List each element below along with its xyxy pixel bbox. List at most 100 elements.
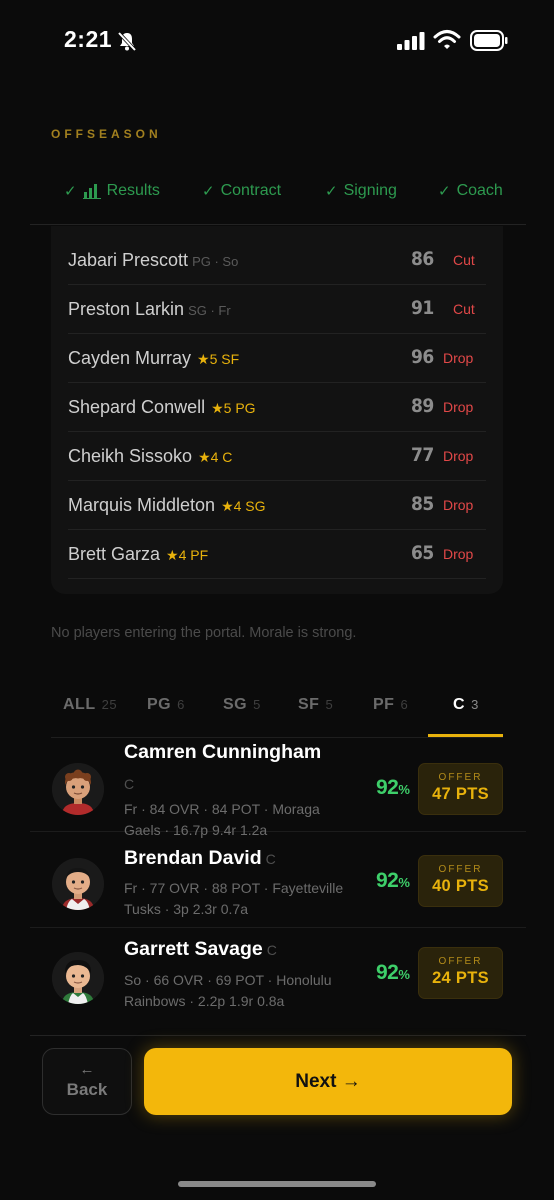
avatar — [52, 763, 104, 815]
offer-label: OFFER — [438, 956, 483, 967]
recruit-interest: 92% — [376, 776, 410, 799]
recruit-name: Camren Cunningham — [124, 741, 322, 763]
tab-count: 3 — [471, 697, 479, 712]
divider — [30, 224, 526, 225]
drop-button[interactable]: Drop — [443, 448, 473, 464]
drop-button[interactable]: Drop — [443, 350, 473, 366]
player-ovr: 91 — [411, 297, 434, 319]
offer-button[interactable]: OFFER 47 PTS — [418, 763, 503, 815]
drop-button[interactable]: Drop — [443, 546, 473, 562]
step-coach[interactable]: ✓ Coach — [438, 182, 503, 200]
recruit-row[interactable]: Garrett Savage C So · 66 OVR · 69 POT · H… — [30, 928, 526, 1036]
star-rating: ★4 PF — [166, 547, 209, 563]
recruit-row[interactable]: Brendan David C Fr · 77 OVR · 88 POT · Fa… — [30, 832, 526, 928]
avatar — [52, 952, 104, 1004]
arrow-left-icon: ← — [79, 1061, 95, 1078]
recruit-info: So · 66 OVR · 69 POT · Honolulu Rainbows… — [124, 972, 332, 1009]
offseason-steps: ✓ Results ✓ Contract ✓ Signing ✓ Coach — [0, 174, 554, 210]
check-icon: ✓ — [325, 183, 338, 200]
roster-row: Shepard Conwell ★5 PG 89 Drop — [68, 383, 486, 432]
step-contract[interactable]: ✓ Contract — [202, 182, 281, 200]
status-bar: 2:21 — [0, 0, 554, 80]
roster-row: Marquis Middleton ★4 SG 85 Drop — [68, 481, 486, 530]
cut-button[interactable]: Cut — [453, 301, 475, 317]
star-rating: ★5 SF — [197, 351, 240, 367]
back-label: Back — [66, 1080, 108, 1099]
roster-list: Jabari Prescott PG · So 86 Cut Preston La… — [51, 226, 503, 594]
offer-value: 40 PTS — [432, 877, 489, 895]
status-time: 2:21 — [64, 26, 113, 52]
recruit-list: Camren Cunningham C Fr · 84 OVR · 84 POT… — [30, 736, 526, 1036]
bell-muted-icon — [117, 31, 137, 52]
tab-count: 25 — [101, 697, 118, 712]
offer-label: OFFER — [438, 864, 483, 875]
cellular-signal-icon — [397, 32, 425, 50]
roster-row: Brett Garza ★4 PF 65 Drop — [68, 530, 486, 579]
drop-button[interactable]: Drop — [443, 399, 473, 415]
check-icon: ✓ — [438, 183, 451, 200]
position-tabs: ALL 25 PG 6 SG 5 SF 5 PF 6 C3 — [51, 690, 503, 738]
player-name: Marquis Middleton ★4 SG — [68, 495, 266, 515]
bar-chart-icon — [82, 184, 101, 199]
recruit-interest: 92% — [376, 961, 410, 984]
tab-sf[interactable]: SF 5 — [298, 696, 333, 714]
recruit-name: Brendan David C — [124, 847, 276, 869]
portal-message: No players entering the portal. Morale i… — [51, 625, 357, 641]
tab-count: 5 — [253, 697, 261, 712]
star-rating: ★5 PG — [211, 400, 256, 416]
offer-button[interactable]: OFFER 24 PTS — [418, 947, 503, 999]
step-label: Signing — [343, 182, 397, 199]
tab-c[interactable]: C3 — [453, 696, 479, 714]
recruit-row[interactable]: Camren Cunningham C Fr · 84 OVR · 84 POT… — [30, 736, 526, 838]
star-rating: ★4 SG — [221, 498, 266, 514]
cut-button[interactable]: Cut — [453, 252, 475, 268]
step-label: Results — [106, 182, 160, 199]
tab-count: 6 — [400, 697, 409, 712]
roster-row: Cayden Murray ★5 SF 96 Drop — [68, 334, 486, 383]
player-ovr: 96 — [411, 346, 434, 368]
next-button[interactable]: Next → — [144, 1048, 512, 1115]
roster-row: Jabari Prescott PG · So 86 Cut — [68, 236, 486, 285]
back-button[interactable]: ← Back — [42, 1048, 132, 1115]
check-icon: ✓ — [202, 183, 215, 200]
section-label: OFFSEASON — [51, 127, 162, 141]
roster-row: Cheikh Sissoko ★4 C 77 Drop — [68, 432, 486, 481]
player-name: Shepard Conwell ★5 PG — [68, 397, 256, 417]
offer-value: 47 PTS — [432, 785, 489, 803]
tab-pf[interactable]: PF 6 — [373, 696, 408, 714]
tab-count: 6 — [177, 697, 185, 712]
recruit-info: Fr · 77 OVR · 88 POT · Fayetteville Tusk… — [124, 880, 344, 917]
battery-icon — [470, 30, 508, 51]
recruit-interest: 92% — [376, 869, 410, 892]
step-signing[interactable]: ✓ Signing — [325, 182, 397, 200]
step-label: Coach — [456, 182, 503, 199]
player-meta: SG · Fr — [188, 303, 231, 318]
tab-pg[interactable]: PG 6 — [147, 696, 185, 714]
player-name: Jabari Prescott PG · So — [68, 250, 239, 270]
tab-all[interactable]: ALL 25 — [63, 696, 117, 714]
roster-row: Preston Larkin SG · Fr 91 Cut — [68, 285, 486, 334]
offer-value: 24 PTS — [432, 969, 489, 987]
player-ovr: 85 — [411, 493, 434, 515]
player-meta: PG · So — [192, 254, 239, 269]
recruit-position: C — [124, 776, 135, 792]
divider — [30, 1035, 526, 1036]
star-rating: ★4 C — [198, 449, 233, 465]
tab-count: 5 — [325, 697, 334, 712]
recruit-position: C — [266, 942, 277, 958]
check-icon: ✓ — [64, 183, 77, 200]
player-name: Cayden Murray ★5 SF — [68, 348, 240, 368]
player-ovr: 89 — [411, 395, 434, 417]
drop-button[interactable]: Drop — [443, 497, 473, 513]
offer-button[interactable]: OFFER 40 PTS — [418, 855, 503, 907]
player-name: Brett Garza ★4 PF — [68, 544, 209, 564]
step-results[interactable]: ✓ Results — [64, 182, 160, 200]
tab-sg[interactable]: SG 5 — [223, 696, 261, 714]
player-ovr: 77 — [411, 444, 434, 466]
player-ovr: 65 — [411, 542, 434, 564]
home-indicator[interactable] — [178, 1181, 376, 1187]
avatar — [52, 858, 104, 910]
player-name: Cheikh Sissoko ★4 C — [68, 446, 233, 466]
recruit-name: Garrett Savage C — [124, 938, 277, 960]
player-ovr: 86 — [411, 248, 434, 270]
